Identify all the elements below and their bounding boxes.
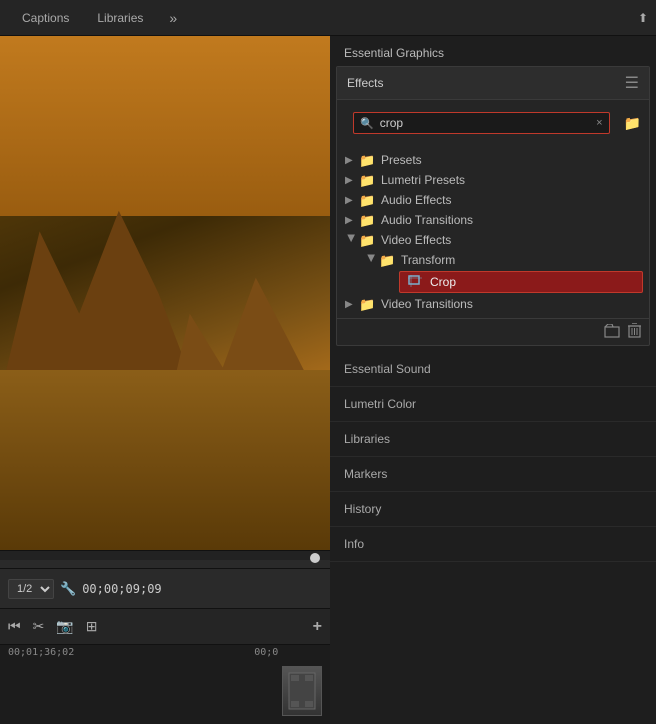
effects-title: Effects	[347, 76, 625, 90]
folder-presets-icon: 📁	[359, 153, 375, 167]
add-button[interactable]: +	[313, 618, 322, 636]
panel-item-essential-sound[interactable]: Essential Sound	[330, 352, 656, 387]
chevron-audio-transitions: ▶	[345, 215, 357, 226]
tree-item-lumetri-presets[interactable]: ▶ 📁 Lumetri Presets	[337, 170, 649, 190]
scrubber-thumb[interactable]	[310, 553, 320, 563]
crop-effect-svg	[408, 275, 422, 287]
effect-crop-icon	[408, 275, 424, 289]
info-label: Info	[344, 537, 364, 551]
search-input[interactable]	[380, 116, 596, 130]
tree-item-audio-transitions[interactable]: ▶ 📁 Audio Transitions	[337, 210, 649, 230]
time-label-1: 00;01;36;02	[8, 647, 74, 658]
delete-icon[interactable]	[628, 323, 641, 341]
fraction-select[interactable]: 1/2	[8, 579, 54, 599]
folder-transform-icon: 📁	[379, 253, 395, 267]
scrubber-bar[interactable]	[0, 550, 330, 568]
ground	[0, 370, 330, 550]
markers-label: Markers	[344, 467, 387, 481]
video-effects-label: Video Effects	[381, 233, 641, 247]
chevron-audio-effects: ▶	[345, 195, 357, 206]
chevron-transform: ▶	[366, 254, 377, 266]
effects-panel: Effects ☰ 🔍 × 📁 ▶ 📁 Presets	[336, 66, 650, 346]
sky	[0, 36, 330, 216]
panel-item-lumetri-color[interactable]: Lumetri Color	[330, 387, 656, 422]
folder-audio-icon: 📁	[359, 193, 375, 207]
timecode-display: 00;00;09;09	[82, 582, 161, 596]
folder-audio-trans-icon: 📁	[359, 213, 375, 227]
panel-item-markers[interactable]: Markers	[330, 457, 656, 492]
lumetri-presets-label: Lumetri Presets	[381, 173, 641, 187]
preview-area	[0, 36, 330, 550]
top-tab-bar: Captions Libraries » ⬆	[0, 0, 656, 36]
search-bar: 🔍 ×	[353, 112, 610, 134]
more-tabs-button[interactable]: »	[161, 6, 185, 30]
history-label: History	[344, 502, 381, 516]
audio-effects-label: Audio Effects	[381, 193, 641, 207]
preview-image	[0, 36, 330, 550]
panel-item-info[interactable]: Info	[330, 527, 656, 562]
folder-new-svg	[604, 324, 620, 338]
side-panels-list: Essential Sound Lumetri Color Libraries …	[330, 352, 656, 724]
settings-icon[interactable]: 🔧	[60, 581, 76, 597]
timeline-strip	[282, 666, 322, 716]
tree-item-presets[interactable]: ▶ 📁 Presets	[337, 150, 649, 170]
main-layout: 1/2 🔧 00;00;09;09 ⏮ ✂ 📷 ⊞ + 00;01;36;02 …	[0, 36, 656, 724]
time-label-2: 00;0	[254, 647, 278, 658]
chevron-video-effects: ▶	[346, 234, 357, 246]
panel-item-history[interactable]: History	[330, 492, 656, 527]
left-panel: 1/2 🔧 00;00;09;09 ⏮ ✂ 📷 ⊞ + 00;01;36;02 …	[0, 36, 330, 724]
effects-menu-icon[interactable]: ☰	[625, 73, 639, 93]
essential-graphics-title: Essential Graphics	[344, 46, 444, 60]
mountain-left	[0, 190, 198, 396]
trash-svg	[628, 323, 641, 338]
right-panel: Essential Graphics Effects ☰ 🔍 × 📁	[330, 36, 656, 724]
tab-libraries[interactable]: Libraries	[83, 3, 157, 33]
film-strip-icon	[287, 671, 317, 711]
libraries-label: Libraries	[344, 432, 390, 446]
folder-video-effects-icon: 📁	[359, 233, 375, 247]
chevron-presets: ▶	[345, 155, 357, 166]
crop-item-wrapper: Crop	[337, 271, 649, 293]
audio-transitions-label: Audio Transitions	[381, 213, 641, 227]
folder-lumetri-icon: 📁	[359, 173, 375, 187]
effects-panel-header: Effects ☰	[337, 67, 649, 100]
transform-label: Transform	[401, 253, 641, 267]
cut-icon[interactable]: ✂	[33, 618, 45, 635]
video-transitions-label: Video Transitions	[381, 297, 641, 311]
search-icon: 🔍	[360, 117, 374, 130]
timeline-time-labels: 00;01;36;02 00;0	[0, 645, 330, 660]
chevron-lumetri: ▶	[345, 175, 357, 186]
chevron-video-transitions: ▶	[345, 299, 357, 310]
effects-bottom-bar	[337, 318, 649, 345]
timeline-strip-inner	[283, 667, 321, 715]
tree-item-audio-effects[interactable]: ▶ 📁 Audio Effects	[337, 190, 649, 210]
tab-captions[interactable]: Captions	[8, 3, 83, 33]
folder-video-trans-icon: 📁	[359, 297, 375, 311]
tree-container: ▶ 📁 Presets ▶ 📁 Lumetri Presets ▶ 📁 Audi…	[337, 146, 649, 318]
search-clear-button[interactable]: ×	[596, 117, 602, 129]
tree-item-video-transitions[interactable]: ▶ 📁 Video Transitions	[337, 294, 649, 314]
insert-icon[interactable]: ⊞	[86, 618, 98, 635]
lumetri-color-label: Lumetri Color	[344, 397, 416, 411]
tree-item-video-effects[interactable]: ▶ 📁 Video Effects	[337, 230, 649, 250]
scrubber-track[interactable]	[0, 560, 330, 568]
panel-item-libraries[interactable]: Libraries	[330, 422, 656, 457]
new-bin-icon[interactable]	[604, 324, 620, 341]
presets-label: Presets	[381, 153, 641, 167]
tool-bar: ⏮ ✂ 📷 ⊞ +	[0, 608, 330, 644]
essential-sound-label: Essential Sound	[344, 362, 431, 376]
back-icon[interactable]: ⏮	[8, 618, 21, 635]
tree-item-crop[interactable]: Crop	[399, 271, 643, 293]
essential-graphics-header: Essential Graphics	[330, 36, 656, 66]
mini-timeline: 00;01;36;02 00;0	[0, 644, 330, 724]
tree-item-transform[interactable]: ▶ 📁 Transform	[337, 250, 649, 270]
export-button[interactable]: ⬆	[638, 11, 648, 25]
crop-label: Crop	[430, 275, 634, 289]
search-folder-icon[interactable]: 📁	[624, 115, 641, 132]
timeline-controls: 1/2 🔧 00;00;09;09	[0, 568, 330, 608]
camera-icon[interactable]: 📷	[56, 618, 73, 635]
